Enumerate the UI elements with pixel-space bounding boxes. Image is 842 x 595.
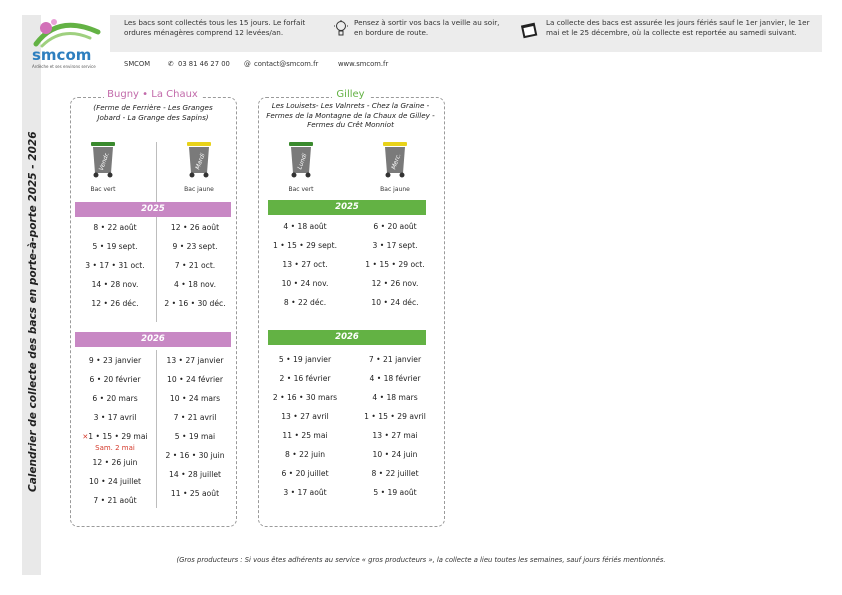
date-row: 13 • 27 mai [372, 431, 418, 440]
date-row: 6 • 20 février [89, 375, 141, 384]
panel-left-subtitle: (Ferme de Ferrière - Les Granges Jobard … [93, 103, 213, 122]
date-row: 10 • 24 mars [169, 394, 221, 403]
date-row: 7 • 21 avril [173, 413, 217, 422]
date-row: 12 • 26 juin [92, 458, 138, 467]
date-row: 4 • 18 février [369, 374, 421, 383]
date-row: 2 • 16 • 30 mars [272, 393, 338, 402]
contact-email[interactable]: contact@smcom.fr [254, 60, 318, 68]
panel-left-title: Bugny • La Chaux [70, 89, 235, 100]
dates-green-2025-left: 8 • 22 août 5 • 19 sept. 3 • 17 • 31 oct… [76, 218, 154, 313]
logo-tagline: Ardèche et ses environs service [32, 64, 96, 69]
date-row: 5 • 19 sept. [92, 242, 138, 251]
footer-note: (Gros producteurs : Si vous êtes adhéren… [176, 556, 666, 564]
date-row: 13 • 27 oct. [282, 260, 328, 269]
header-info-frequency: Les bacs sont collectés tous les 15 jour… [124, 18, 306, 37]
date-row: 8 • 22 juin [284, 450, 326, 459]
title-bugny: Bugny [107, 89, 139, 100]
date-row: 1 • 15 • 29 avril [364, 412, 426, 421]
calendar-icon [520, 20, 540, 44]
dates-yellow-2025-right: 6 • 20 août 3 • 17 sept. 1 • 15 • 29 oct… [352, 217, 438, 312]
date-row: 12 • 26 août [170, 223, 220, 232]
date-row: 5 • 19 août [373, 488, 417, 497]
bin2-label-left: Bac jaune [184, 186, 214, 193]
year-band-2026-right: 2026 [268, 330, 426, 345]
panel-right-title: Gilley [258, 89, 443, 100]
date-row: 6 • 20 juillet [281, 469, 329, 478]
date-row: 3 • 17 • 31 oct. [85, 261, 145, 270]
date-row: 6 • 20 mars [92, 394, 138, 403]
date-row: 10 • 24 déc. [371, 298, 419, 307]
logo-text: smcom [32, 46, 92, 64]
dates-yellow-2026-left: 13 • 27 janvier 10 • 24 février 10 • 24 … [156, 351, 234, 503]
yellow-bin-icon: Merc. [383, 142, 407, 178]
contact-web[interactable]: www.smcom.fr [338, 60, 388, 68]
smcom-logo: smcom Ardèche et ses environs service [28, 14, 108, 72]
date-row: 3 • 17 août [283, 488, 327, 497]
date-row: 8 • 22 déc. [283, 298, 327, 307]
vertical-title: Calendrier de collecte des bacs en porte… [27, 131, 39, 492]
date-row: 2 • 16 • 30 déc. [164, 299, 226, 308]
date-row: 1 • 15 • 29 oct. [365, 260, 425, 269]
date-row: 8 • 22 juillet [371, 469, 419, 478]
date-row: 9 • 23 sept. [172, 242, 218, 251]
date-row: 10 • 24 juillet [89, 477, 141, 486]
date-row: 3 • 17 sept. [372, 241, 418, 250]
contact-org: SMCOM [124, 60, 151, 68]
dates-green-2025-right: 4 • 18 août 1 • 15 • 29 sept. 13 • 27 oc… [262, 217, 348, 312]
date-row: 10 • 24 nov. [281, 279, 329, 288]
date-row: 11 • 25 août [170, 489, 220, 498]
date-row: 6 • 20 août [373, 222, 417, 231]
date-row: 13 • 27 janvier [166, 356, 224, 365]
date-row: 1 • 15 • 29 sept. [272, 241, 338, 250]
lightbulb-icon [334, 20, 348, 42]
date-row: 10 • 24 juin [372, 450, 418, 459]
year-band-2025-right: 2025 [268, 200, 426, 215]
date-row: 4 • 18 août [283, 222, 327, 231]
date-row: 14 • 28 juillet [169, 470, 221, 479]
dates-green-2026-right: 5 • 19 janvier 2 • 16 février 2 • 16 • 3… [262, 350, 348, 502]
date-row: 11 • 25 mai [282, 431, 328, 440]
date-row: 13 • 27 avril [281, 412, 329, 421]
year-band-2025-left: 2025 [75, 202, 231, 217]
date-row: 3 • 17 avril [93, 413, 137, 422]
date-row: 10 • 24 février [167, 375, 223, 384]
bin1-label-left: Bac vert [90, 186, 116, 193]
date-row: 8 • 22 août [93, 223, 137, 232]
moved-date-note: Sam. 2 mai [95, 444, 135, 452]
date-row: 12 • 26 déc. [91, 299, 139, 308]
green-bin-icon: Vendr. [91, 142, 115, 178]
email-icon: @ [244, 60, 251, 68]
date-row: 7 • 21 août [93, 496, 137, 505]
title-la-chaux: La Chaux [151, 89, 198, 100]
date-row: 4 • 18 nov. [174, 280, 216, 289]
date-row: 7 • 21 oct. [174, 261, 216, 270]
date-row: 2 • 16 • 30 juin [165, 451, 225, 460]
header-info-tip: Pensez à sortir vos bacs la veille au so… [354, 18, 500, 37]
date-row: 9 • 23 janvier [88, 356, 142, 365]
date-row: 4 • 18 mars [372, 393, 418, 402]
dates-green-2026-left: 9 • 23 janvier 6 • 20 février 6 • 20 mar… [76, 351, 154, 510]
green-bin-icon: Lundi [289, 142, 313, 178]
date-row: 2 • 16 février [279, 374, 331, 383]
panel-right-subtitle: Les Louisets- Les Valnrets - Chez la Gra… [266, 101, 435, 129]
dates-yellow-2026-right: 7 • 21 janvier 4 • 18 février 4 • 18 mar… [352, 350, 438, 502]
contact-phone: 03 81 46 27 00 [178, 60, 230, 68]
date-row: ✕1 • 15 • 29 mai [82, 432, 148, 441]
date-row: 5 • 19 mai [174, 432, 216, 441]
yellow-bin-icon: Mardi [187, 142, 211, 178]
year-band-2026-left: 2026 [75, 332, 231, 347]
header-info-holidays: La collecte des bacs est assurée les jou… [546, 18, 810, 37]
date-row: 12 • 26 nov. [371, 279, 419, 288]
bin1-label-right: Bac vert [288, 186, 314, 193]
bin2-label-right: Bac jaune [380, 186, 410, 193]
date-row: 7 • 21 janvier [368, 355, 422, 364]
phone-icon: ✆ [168, 60, 174, 68]
dates-yellow-2025-left: 12 • 26 août 9 • 23 sept. 7 • 21 oct. 4 … [156, 218, 234, 313]
date-row: 14 • 28 nov. [91, 280, 139, 289]
date-row: 5 • 19 janvier [278, 355, 332, 364]
